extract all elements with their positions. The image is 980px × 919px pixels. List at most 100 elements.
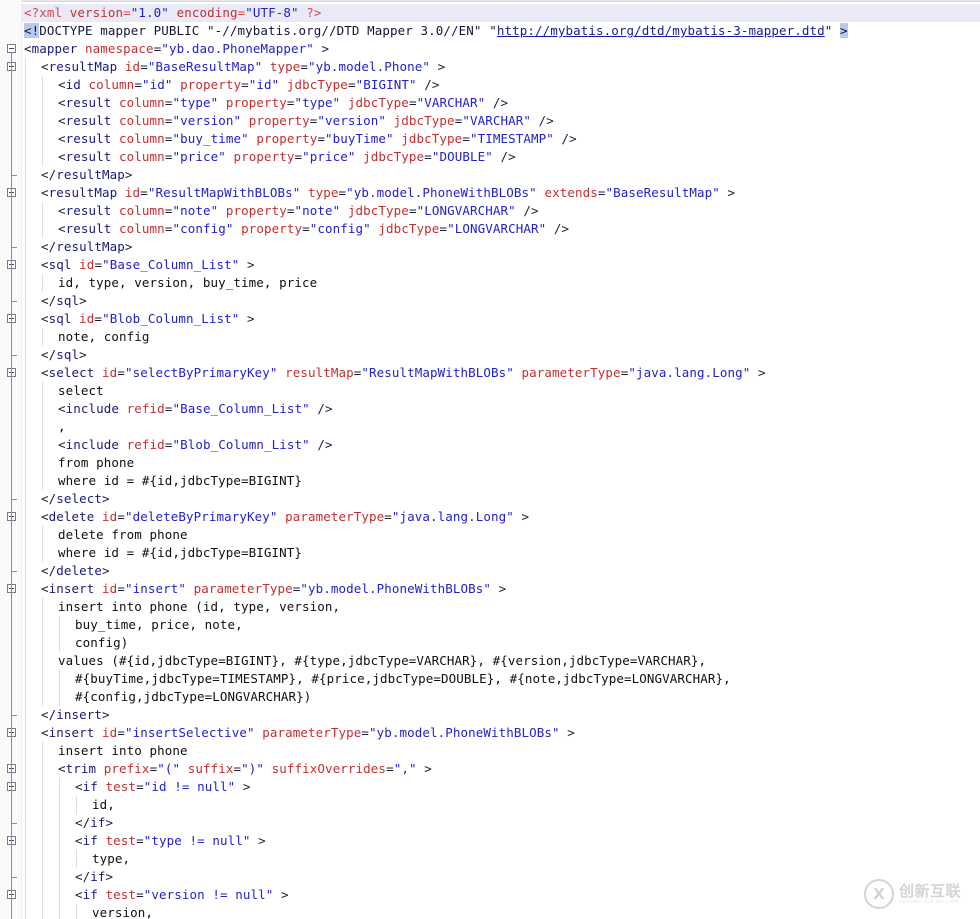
token-punc: > (491, 581, 507, 596)
code-line[interactable]: </delete> (0, 562, 980, 580)
token-punc: > (124, 167, 133, 182)
token-attr: property (233, 149, 295, 164)
code-line[interactable]: <resultMap id="ResultMapWithBLOBs" type=… (0, 184, 980, 202)
token-punc: </ (41, 347, 57, 362)
token-punc (117, 185, 125, 200)
token-punc: > (105, 815, 114, 830)
code-line[interactable]: <!DOCTYPE mapper PUBLIC "-//mybatis.org/… (0, 22, 980, 40)
code-line[interactable]: </if> (0, 814, 980, 832)
code-line[interactable]: id, (0, 796, 980, 814)
token-punc: = (347, 77, 356, 92)
code-line[interactable]: select (0, 382, 980, 400)
code-line[interactable]: <?xml version="1.0" encoding="UTF-8" ?> (0, 4, 980, 22)
code-line[interactable]: #{buyTime,jdbcType=TIMESTAMP}, #{price,j… (0, 670, 980, 688)
code-line[interactable]: <mapper namespace="yb.dao.PhoneMapper" > (0, 40, 980, 58)
token-attr: suffixOverrides (271, 761, 387, 776)
code-line[interactable]: <sql id="Blob_Column_List" > (0, 310, 980, 328)
code-line[interactable]: insert into phone (0, 742, 980, 760)
token-attr: property (225, 95, 287, 110)
code-line-content: <result column="version" property="versi… (0, 112, 554, 130)
token-attr: id (102, 365, 118, 380)
code-line-content: <trim prefix="(" suffix=")" suffixOverri… (0, 760, 432, 778)
code-line[interactable]: delete from phone (0, 526, 980, 544)
code-line[interactable]: from phone (0, 454, 980, 472)
code-line[interactable]: <result column="version" property="versi… (0, 112, 980, 130)
code-line[interactable]: <result column="price" property="price" … (0, 148, 980, 166)
token-attr: id (102, 725, 118, 740)
token-tag: if (82, 779, 98, 794)
token-punc: < (58, 113, 66, 128)
token-pi: ?> (298, 5, 322, 20)
code-line[interactable]: <include refid="Base_Column_List" /> (0, 400, 980, 418)
code-line-content: insert into phone (0, 742, 188, 760)
code-line[interactable]: <result column="config" property="config… (0, 220, 980, 238)
code-line[interactable]: config) (0, 634, 980, 652)
token-punc: = (140, 185, 148, 200)
cx-circle-icon (864, 879, 894, 909)
token-val: "version" (172, 113, 242, 128)
code-line[interactable]: <if test="type != null" > (0, 832, 980, 850)
token-punc (218, 203, 226, 218)
code-line[interactable]: , (0, 418, 980, 436)
token-tag: trim (65, 761, 97, 776)
token-attr: id (79, 257, 95, 272)
code-line[interactable]: version, (0, 904, 980, 919)
token-attr: jdbcType (378, 221, 440, 236)
token-tag: if (82, 833, 98, 848)
code-line[interactable]: </insert> (0, 706, 980, 724)
token-punc: < (58, 131, 66, 146)
fold-collapse-icon[interactable] (7, 44, 16, 53)
code-line-content: <select id="selectByPrimaryKey" resultMa… (0, 364, 766, 382)
token-punc: = (424, 149, 432, 164)
code-line[interactable]: <result column="buy_time" property="buyT… (0, 130, 980, 148)
code-line[interactable]: </if> (0, 868, 980, 886)
xml-code-editor[interactable]: <?xml version="1.0" encoding="UTF-8" ?> <… (0, 0, 980, 919)
token-attr: property (225, 203, 287, 218)
token-attr: id (102, 509, 118, 524)
code-line[interactable]: values (#{id,jdbcType=BIGINT}, #{type,jd… (0, 652, 980, 670)
code-surface[interactable]: <?xml version="1.0" encoding="UTF-8" ?> <… (0, 0, 980, 919)
code-line[interactable]: </select> (0, 490, 980, 508)
code-line-content: <sql id="Base_Column_List" > (0, 256, 255, 274)
code-line[interactable]: type, (0, 850, 980, 868)
code-line[interactable]: insert into phone (id, type, version, (0, 598, 980, 616)
code-line[interactable]: <if test="version != null" > (0, 886, 980, 904)
code-line[interactable]: </sql> (0, 292, 980, 310)
code-line[interactable]: <sql id="Base_Column_List" > (0, 256, 980, 274)
token-punc: = (286, 203, 295, 218)
token-punc: > (105, 869, 114, 884)
token-punc: > (102, 491, 110, 506)
code-line[interactable]: </sql> (0, 346, 980, 364)
token-val: "ResultMapWithBLOBs" (361, 365, 514, 380)
code-line[interactable]: <result column="note" property="note" jd… (0, 202, 980, 220)
code-line[interactable]: <delete id="deleteByPrimaryKey" paramete… (0, 508, 980, 526)
code-line[interactable]: <resultMap id="BaseResultMap" type="yb.m… (0, 58, 980, 76)
token-val: "UTF-8" (245, 5, 299, 20)
code-line[interactable]: <include refid="Blob_Column_List" /> (0, 436, 980, 454)
code-line[interactable]: <if test="id != null" > (0, 778, 980, 796)
token-punc: = (134, 77, 142, 92)
token-val: "config" (172, 221, 234, 236)
code-line[interactable]: </resultMap> (0, 166, 980, 184)
token-punc (98, 887, 106, 902)
code-folding-gutter[interactable] (0, 0, 22, 919)
code-line[interactable]: <insert id="insert" parameterType="yb.mo… (0, 580, 980, 598)
code-line[interactable]: id, type, version, buy_time, price (0, 274, 980, 292)
token-punc (277, 365, 285, 380)
code-line[interactable]: #{config,jdbcType=LONGVARCHAR}) (0, 688, 980, 706)
code-line[interactable]: buy_time, price, note, (0, 616, 980, 634)
code-line[interactable]: <trim prefix="(" suffix=")" suffixOverri… (0, 760, 980, 778)
token-punc: = (117, 725, 125, 740)
code-line[interactable]: <id column="id" property="id" jdbcType="… (0, 76, 980, 94)
code-line[interactable]: where id = #{id,jdbcType=BIGINT} (0, 472, 980, 490)
code-line[interactable]: <select id="selectByPrimaryKey" resultMa… (0, 364, 980, 382)
code-line[interactable]: note, config (0, 328, 980, 346)
token-punc: = (408, 203, 417, 218)
code-line[interactable]: <insert id="insertSelective" parameterTy… (0, 724, 980, 742)
code-line[interactable]: where id = #{id,jdbcType=BIGINT} (0, 544, 980, 562)
code-line[interactable]: <result column="type" property="type" jd… (0, 94, 980, 112)
token-tag: result (65, 95, 112, 110)
token-punc: > (750, 365, 766, 380)
code-line[interactable]: </resultMap> (0, 238, 980, 256)
token-punc (94, 725, 102, 740)
